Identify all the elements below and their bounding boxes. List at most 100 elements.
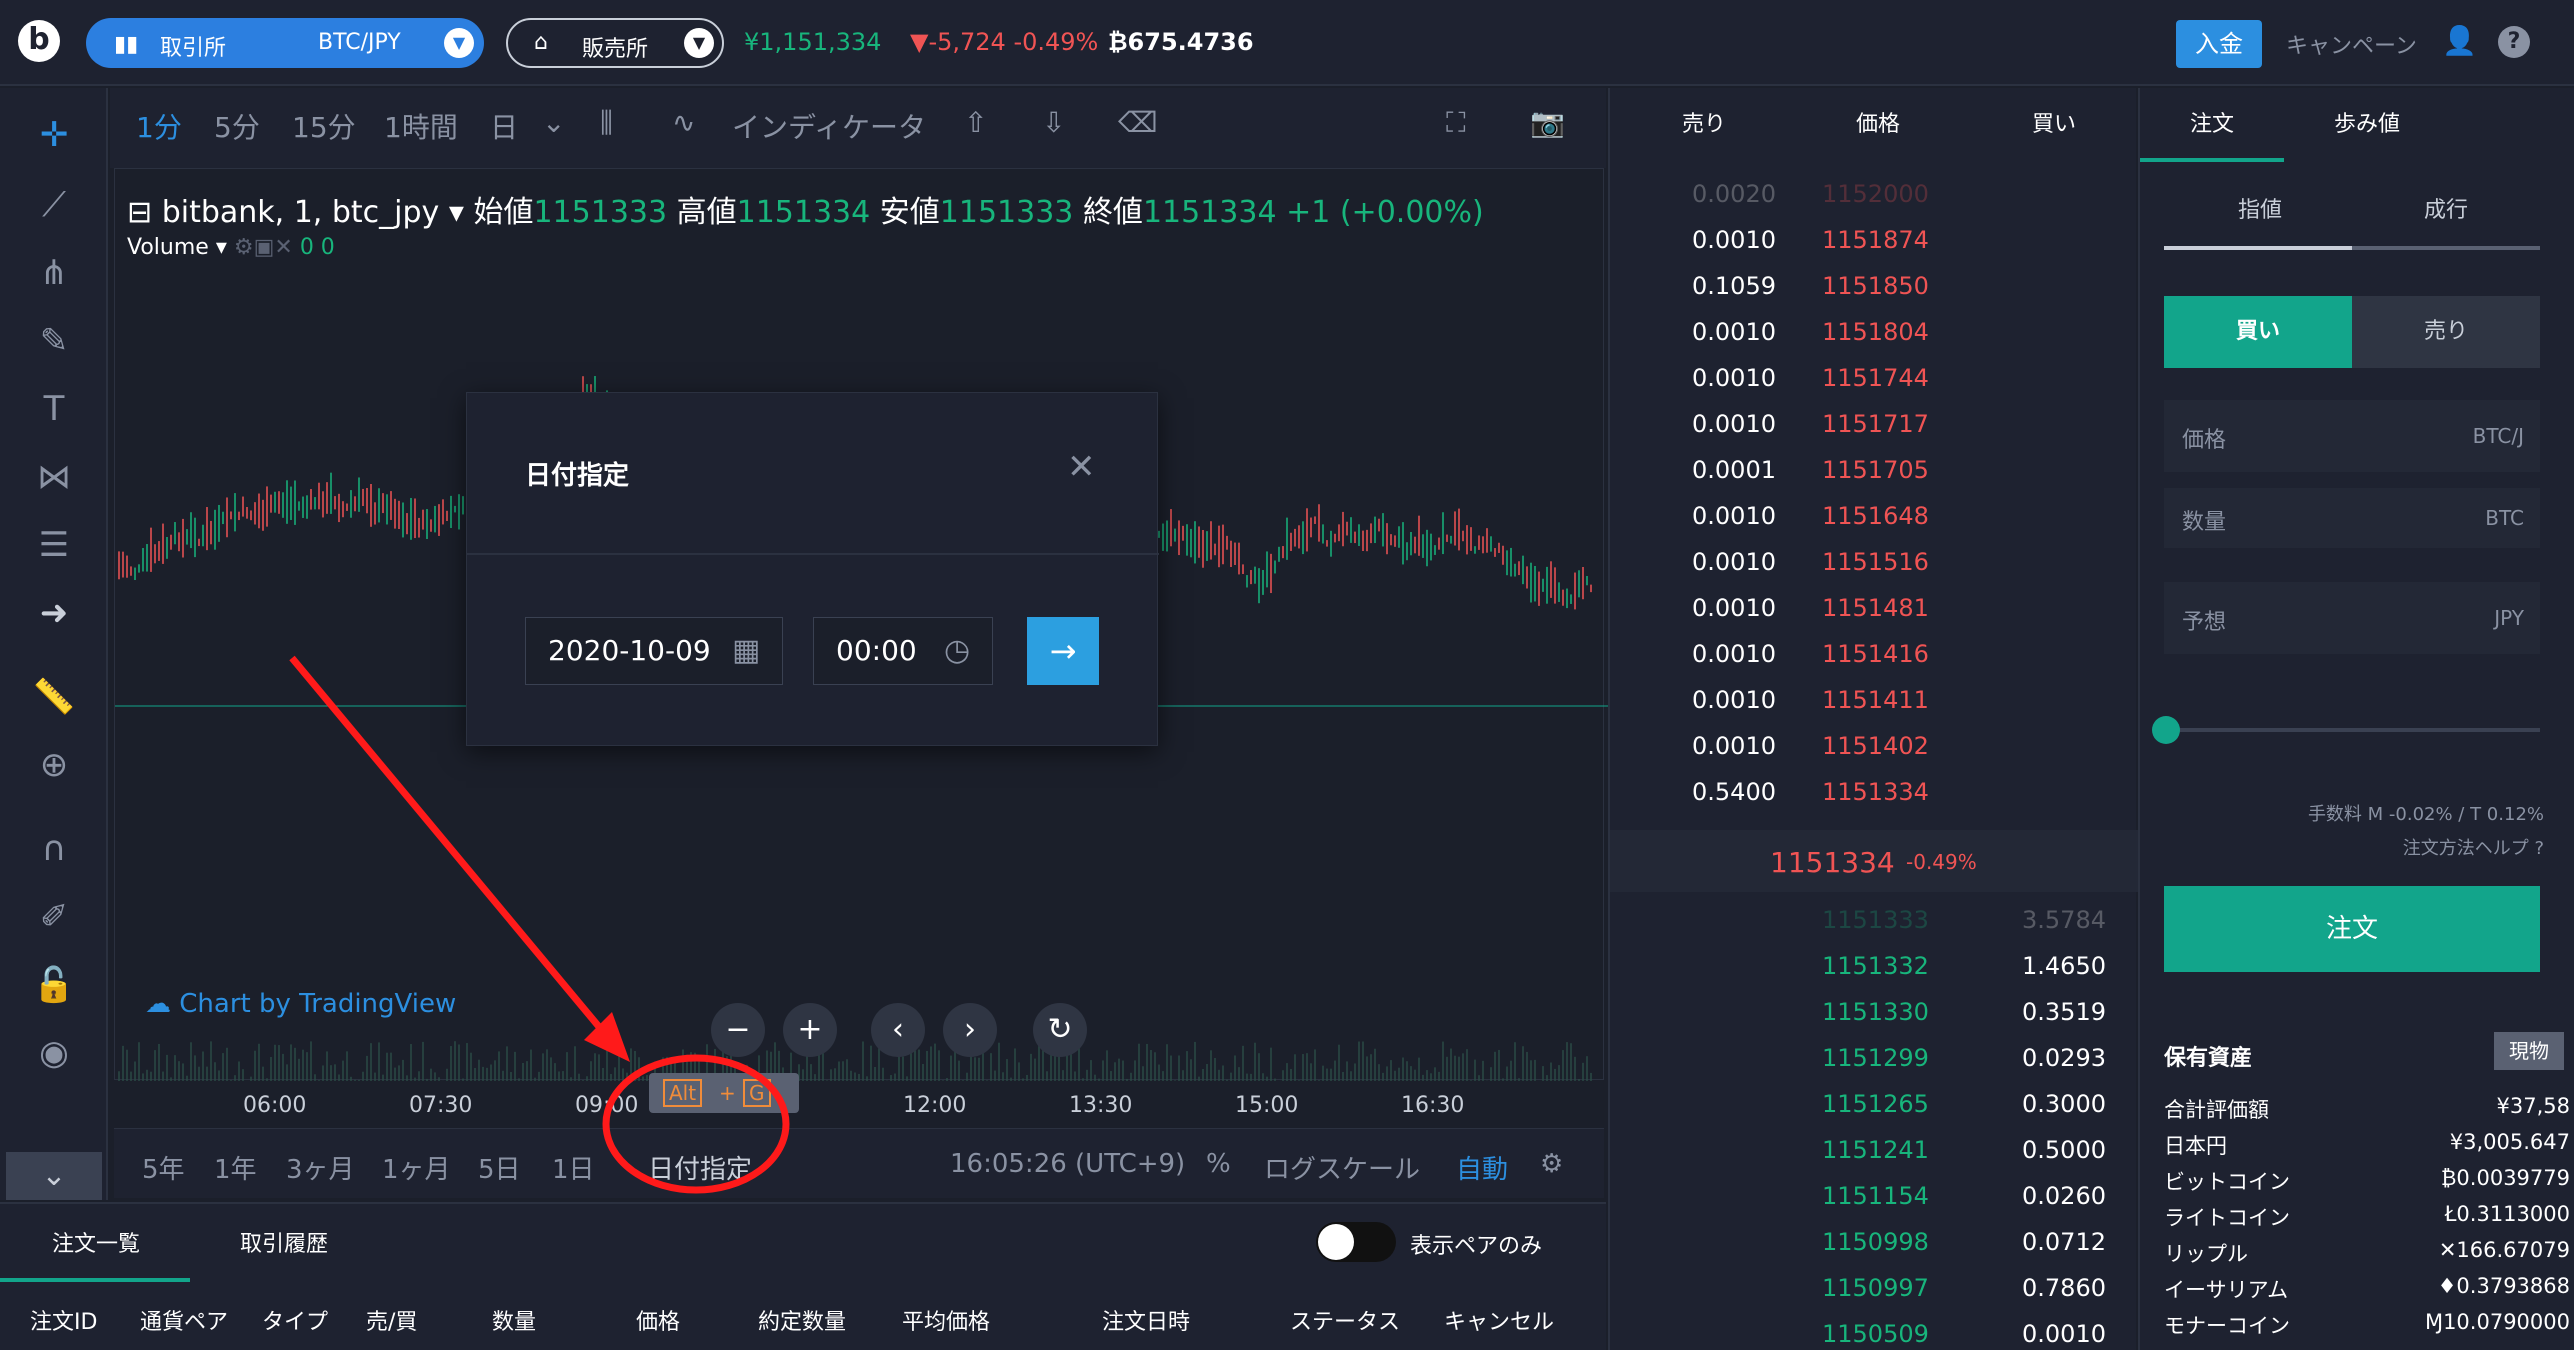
goto-date-button[interactable]: 日付指定 xyxy=(648,1149,752,1186)
zoom-out-icon[interactable]: − xyxy=(711,1003,765,1057)
reset-icon[interactable]: ↻ xyxy=(1033,1003,1087,1057)
range-1m[interactable]: 1ヶ月 xyxy=(382,1149,451,1186)
help-icon[interactable]: ? xyxy=(2498,26,2530,58)
indicator-icon[interactable]: ∿ xyxy=(672,106,695,139)
range-1y[interactable]: 1年 xyxy=(214,1149,257,1186)
col-order-id[interactable]: 注文ID xyxy=(30,1304,97,1336)
percent-toggle[interactable]: % xyxy=(1206,1149,1231,1179)
submit-order-button[interactable]: 注文 xyxy=(2164,886,2540,972)
scroll-left-icon[interactable]: ‹ xyxy=(871,1003,925,1057)
col-pair[interactable]: 通貨ペア xyxy=(140,1304,228,1336)
camera-icon[interactable]: 📷 xyxy=(1530,106,1565,139)
range-5d[interactable]: 5日 xyxy=(478,1149,521,1186)
ask-row[interactable]: 0.0010 1151411 xyxy=(1610,686,2138,732)
ask-row[interactable]: 0.0020 1152000 xyxy=(1610,180,2138,226)
crosshair-icon[interactable]: ✛ xyxy=(26,110,82,160)
col-price[interactable]: 価格 xyxy=(636,1304,680,1336)
bid-row[interactable]: 1151299 0.0293 xyxy=(1610,1044,2138,1090)
col-type[interactable]: タイプ xyxy=(262,1304,328,1336)
bid-row[interactable]: 1151154 0.0260 xyxy=(1610,1182,2138,1228)
brush-icon[interactable]: ✎ xyxy=(26,316,82,366)
ask-row[interactable]: 0.0010 1151516 xyxy=(1610,548,2138,594)
deposit-button[interactable]: 入金 xyxy=(2176,20,2262,68)
gear-icon[interactable]: ⚙ xyxy=(1540,1149,1563,1179)
slider-handle[interactable] xyxy=(2152,716,2180,744)
range-5y[interactable]: 5年 xyxy=(142,1149,185,1186)
zoom-in-icon[interactable]: + xyxy=(783,1003,837,1057)
tab-trade-history[interactable]: 取引履歴 xyxy=(240,1226,328,1258)
go-arrow-button[interactable]: → xyxy=(1027,617,1099,685)
order-help-link[interactable]: 注文方法ヘルプ ? xyxy=(2403,834,2544,860)
interval-1h[interactable]: 1時間 xyxy=(384,106,458,146)
tab-order[interactable]: 注文 xyxy=(2190,106,2234,138)
col-filled[interactable]: 約定数量 xyxy=(758,1304,846,1336)
range-3m[interactable]: 3ヶ月 xyxy=(286,1149,355,1186)
interval-15m[interactable]: 15分 xyxy=(292,106,356,146)
col-datetime[interactable]: 注文日時 xyxy=(1102,1304,1190,1336)
volume-label[interactable]: Volume xyxy=(127,235,209,260)
fullscreen-icon[interactable]: ⛶ xyxy=(1446,106,1466,140)
tab-open-orders[interactable]: 注文一覧 xyxy=(52,1226,140,1258)
chevron-down-icon[interactable]: ▾ xyxy=(449,195,464,230)
bitbank-logo[interactable]: b xyxy=(18,20,60,62)
bid-row[interactable]: 1151333 3.5784 xyxy=(1610,906,2138,952)
zoom-in-icon[interactable]: ⊕ xyxy=(26,740,82,790)
tab-limit[interactable]: 指値 xyxy=(2238,192,2282,224)
ask-row[interactable]: 0.0010 1151648 xyxy=(1610,502,2138,548)
bid-row[interactable]: 1150509 0.0010 xyxy=(1610,1320,2138,1350)
ask-row[interactable]: 0.0010 1151717 xyxy=(1610,410,2138,456)
ask-row[interactable]: 0.5400 1151334 xyxy=(1610,778,2138,824)
bid-row[interactable]: 1151241 0.5000 xyxy=(1610,1136,2138,1182)
log-scale-toggle[interactable]: ログスケール xyxy=(1264,1149,1420,1186)
ask-row[interactable]: 0.0010 1151481 xyxy=(1610,594,2138,640)
date-input[interactable]: 2020-10-09 ▦ xyxy=(525,617,783,685)
collapse-toolbar-icon[interactable]: ⌄ xyxy=(6,1152,102,1200)
pitchfork-icon[interactable]: ⋔ xyxy=(26,248,82,298)
lock-icon[interactable]: 🔓 xyxy=(26,960,82,1010)
col-amount[interactable]: 数量 xyxy=(492,1304,536,1336)
user-icon[interactable]: 👤 xyxy=(2442,24,2477,57)
download-icon[interactable]: ⇩ xyxy=(1042,106,1065,139)
tradingview-badge[interactable]: ☁ Chart by TradingView xyxy=(145,989,456,1019)
tab-market[interactable]: 成行 xyxy=(2424,192,2468,224)
bid-row[interactable]: 1150998 0.0712 xyxy=(1610,1228,2138,1274)
pair-only-toggle[interactable] xyxy=(1316,1222,1396,1262)
legend-collapse-icon[interactable]: ⊟ xyxy=(127,195,152,230)
col-status[interactable]: ステータス xyxy=(1290,1304,1400,1336)
chevron-down-icon[interactable]: ⌄ xyxy=(542,106,565,139)
buy-toggle[interactable]: 買い xyxy=(2164,296,2352,368)
ask-row[interactable]: 0.1059 1151850 xyxy=(1610,272,2138,318)
interval-day[interactable]: 日 xyxy=(490,106,518,146)
scroll-right-icon[interactable]: › xyxy=(943,1003,997,1057)
ask-row[interactable]: 0.0010 1151804 xyxy=(1610,318,2138,364)
spot-badge[interactable]: 現物 xyxy=(2494,1032,2564,1070)
ruler-icon[interactable]: 📏 xyxy=(26,672,82,722)
col-avg-price[interactable]: 平均価格 xyxy=(902,1304,990,1336)
range-1d[interactable]: 1日 xyxy=(552,1149,595,1186)
ask-row[interactable]: 0.0001 1151705 xyxy=(1610,456,2138,502)
bid-row[interactable]: 1150997 0.7860 xyxy=(1610,1274,2138,1320)
eraser-icon[interactable]: ⌫ xyxy=(1118,106,1158,139)
exchange-pair-selector[interactable]: ▮▮ 取引所 BTC/JPY ▼ xyxy=(86,18,484,68)
settings-icons[interactable]: ⚙▣✕ xyxy=(234,235,293,260)
trend-line-icon[interactable]: ⟋ xyxy=(26,180,82,230)
ask-row[interactable]: 0.0010 1151874 xyxy=(1610,226,2138,272)
ask-row[interactable]: 0.0010 1151744 xyxy=(1610,364,2138,410)
clock-icon[interactable]: ◷ xyxy=(944,618,970,684)
candlestick-icon[interactable]: ⫼ xyxy=(600,106,613,140)
tab-trades[interactable]: 歩み値 xyxy=(2334,106,2400,138)
arrow-left-icon[interactable]: ➜ xyxy=(26,588,82,638)
pattern-icon[interactable]: ⋈ xyxy=(26,452,82,502)
time-input[interactable]: 00:00 ◷ xyxy=(813,617,993,685)
bid-row[interactable]: 1151330 0.3519 xyxy=(1610,998,2138,1044)
bid-row[interactable]: 1151332 1.4650 xyxy=(1610,952,2138,998)
campaign-link[interactable]: キャンペーン xyxy=(2286,28,2417,60)
price-field[interactable]: 価格 BTC/J xyxy=(2164,400,2540,472)
shop-selector[interactable]: ⌂ 販売所 ▼ xyxy=(506,18,724,68)
fib-icon[interactable]: ☰ xyxy=(26,520,82,570)
ask-row[interactable]: 0.0010 1151416 xyxy=(1610,640,2138,686)
legend-symbol[interactable]: bitbank, 1, btc_jpy xyxy=(162,195,440,230)
bid-row[interactable]: 1151265 0.3000 xyxy=(1610,1090,2138,1136)
text-icon[interactable]: T xyxy=(26,384,82,434)
col-cancel[interactable]: キャンセル xyxy=(1444,1304,1554,1336)
